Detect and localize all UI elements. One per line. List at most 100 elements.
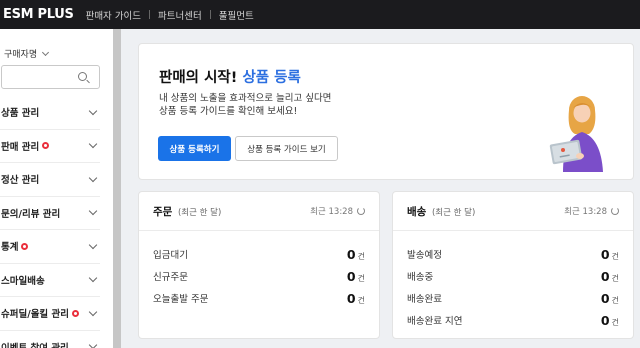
sidebar: 구매자명 상품 관리 판매 관리 정산 관리 문의/리뷰 관리 통계 스마일배송 bbox=[0, 29, 113, 348]
sidebar-item-inquiry-review[interactable]: 문의/리뷰 관리 bbox=[0, 197, 100, 230]
row-count[interactable]: 0 bbox=[601, 247, 610, 262]
row-label: 배송중 bbox=[407, 272, 434, 283]
sidebar-item-sales[interactable]: 판매 관리 bbox=[0, 130, 100, 163]
buyer-label: 구매자명 bbox=[4, 50, 38, 60]
shipping-card-header: 배송 (최근 한 달) 최근 13:28 bbox=[393, 192, 633, 231]
row-label: 오늘출발 주문 bbox=[153, 294, 209, 305]
top-bar: ESM PLUS 판매자 가이드 파트너센터 풀필먼트 bbox=[0, 0, 640, 29]
row-unit: 건 bbox=[357, 251, 365, 261]
chevron-down-icon bbox=[88, 240, 98, 249]
row-label: 입금대기 bbox=[153, 250, 188, 261]
shipping-title-text: 배송 bbox=[407, 205, 427, 218]
shipping-recent-time: 최근 13:28 bbox=[564, 207, 607, 217]
order-card-title: 주문 (최근 한 달) bbox=[153, 204, 221, 219]
new-badge-icon bbox=[42, 142, 50, 150]
row-label: 배송완료 bbox=[407, 294, 442, 305]
chevron-down-icon bbox=[42, 48, 50, 56]
sidebar-item-label: 판매 관리 bbox=[1, 141, 40, 153]
menu-search-input[interactable] bbox=[7, 67, 77, 89]
row-count[interactable]: 0 bbox=[601, 291, 610, 306]
sidebar-item-label: 이벤트 참여 관리 bbox=[1, 340, 69, 348]
order-rows: 입금대기 0건 신규주문 0건 오늘출발 주문 0건 bbox=[139, 231, 379, 309]
row-label: 배송완료 지연 bbox=[407, 316, 463, 327]
search-icon[interactable] bbox=[78, 72, 87, 81]
order-row-new-order[interactable]: 신규주문 0건 bbox=[153, 265, 365, 287]
banner-title: 판매의 시작! 상품 등록 bbox=[159, 66, 301, 87]
view-guide-button[interactable]: 상품 등록 가이드 보기 bbox=[235, 136, 338, 161]
nav-fulfillment[interactable]: 풀필먼트 bbox=[219, 8, 254, 22]
nav-seller-guide[interactable]: 판매자 가이드 bbox=[86, 8, 141, 22]
woman-with-laptop-illustration bbox=[549, 96, 603, 172]
ship-row-in-transit[interactable]: 배송중 0건 bbox=[407, 265, 619, 287]
banner-desc-line: 상품 등록 가이드를 확인해 보세요! bbox=[159, 106, 298, 117]
sidebar-menu: 상품 관리 판매 관리 정산 관리 문의/리뷰 관리 통계 스마일배송 슈퍼딜/… bbox=[0, 96, 100, 348]
row-label: 발송예정 bbox=[407, 250, 442, 261]
sidebar-item-label: 상품 관리 bbox=[1, 108, 40, 120]
nav-partner-center[interactable]: 파트너센터 bbox=[158, 8, 202, 22]
nav-divider bbox=[209, 10, 211, 19]
row-unit: 건 bbox=[357, 295, 365, 305]
order-refresh[interactable]: 최근 13:28 bbox=[310, 205, 365, 217]
row-count[interactable]: 0 bbox=[347, 269, 356, 284]
row-count[interactable]: 0 bbox=[601, 313, 610, 328]
buyer-selector[interactable]: 구매자명 bbox=[4, 47, 50, 60]
ship-row-delivered[interactable]: 배송완료 0건 bbox=[407, 287, 619, 309]
banner-desc-line: 내 상품의 노출을 효과적으로 늘리고 싶다면 bbox=[159, 93, 332, 104]
banner-title-accent: 상품 등록 bbox=[242, 70, 301, 86]
order-card-header: 주문 (최근 한 달) 최근 13:28 bbox=[139, 192, 379, 231]
refresh-icon[interactable] bbox=[611, 207, 619, 215]
sidebar-item-label: 스마일배송 bbox=[1, 275, 45, 287]
sidebar-item-event[interactable]: 이벤트 참여 관리 bbox=[0, 331, 100, 348]
register-product-button[interactable]: 상품 등록하기 bbox=[158, 136, 231, 161]
shipping-card-title: 배송 (최근 한 달) bbox=[407, 204, 475, 219]
sidebar-item-settlement[interactable]: 정산 관리 bbox=[0, 163, 100, 197]
shipping-period: (최근 한 달) bbox=[431, 207, 476, 218]
nav-divider bbox=[149, 10, 151, 19]
order-period: (최근 한 달) bbox=[177, 207, 222, 218]
top-nav: 판매자 가이드 파트너센터 풀필먼트 bbox=[86, 8, 254, 22]
chevron-down-icon bbox=[88, 274, 98, 283]
sidebar-item-label: 슈퍼딜/올킬 관리 bbox=[1, 309, 69, 321]
esm-plus-logo[interactable]: ESM PLUS bbox=[3, 7, 74, 22]
menu-search bbox=[1, 65, 100, 89]
new-badge-icon bbox=[71, 309, 79, 317]
product-registration-banner: 판매의 시작! 상품 등록 내 상품의 노출을 효과적으로 늘리고 싶다면 상품… bbox=[138, 43, 634, 180]
shipping-refresh[interactable]: 최근 13:28 bbox=[564, 205, 619, 217]
order-row-today-dispatch[interactable]: 오늘출발 주문 0건 bbox=[153, 287, 365, 309]
chevron-down-icon bbox=[88, 173, 98, 182]
sidebar-item-label: 정산 관리 bbox=[1, 175, 40, 187]
sidebar-scrollbar[interactable] bbox=[113, 29, 121, 348]
shipping-rows: 발송예정 0건 배송중 0건 배송완료 0건 배송완료 지연 0건 bbox=[393, 231, 633, 331]
banner-title-prefix: 판매의 시작! bbox=[159, 70, 238, 86]
row-count[interactable]: 0 bbox=[347, 247, 356, 262]
order-title-text: 주문 bbox=[153, 205, 173, 218]
ship-row-delivery-delayed[interactable]: 배송완료 지연 0건 bbox=[407, 309, 619, 331]
order-row-pending-payment[interactable]: 입금대기 0건 bbox=[153, 243, 365, 265]
sidebar-item-smile-delivery[interactable]: 스마일배송 bbox=[0, 264, 100, 297]
sidebar-item-label: 통계 bbox=[1, 242, 19, 254]
chevron-down-icon bbox=[88, 140, 98, 149]
sidebar-item-statistics[interactable]: 통계 bbox=[0, 230, 100, 264]
chevron-down-icon bbox=[88, 106, 98, 115]
ship-row-scheduled[interactable]: 발송예정 0건 bbox=[407, 243, 619, 265]
chevron-down-icon bbox=[88, 207, 98, 216]
row-unit: 건 bbox=[611, 295, 619, 305]
row-count[interactable]: 0 bbox=[347, 291, 356, 306]
refresh-icon[interactable] bbox=[357, 207, 365, 215]
order-summary-card: 주문 (최근 한 달) 최근 13:28 입금대기 0건 신규주문 0건 오늘출… bbox=[138, 191, 380, 339]
shipping-summary-card: 배송 (최근 한 달) 최근 13:28 발송예정 0건 배송중 0건 배송완료… bbox=[392, 191, 634, 339]
sidebar-item-product[interactable]: 상품 관리 bbox=[0, 96, 100, 130]
order-recent-time: 최근 13:28 bbox=[310, 207, 353, 217]
chevron-down-icon bbox=[88, 341, 98, 348]
row-label: 신규주문 bbox=[153, 272, 188, 283]
row-unit: 건 bbox=[357, 273, 365, 283]
banner-description: 내 상품의 노출을 효과적으로 늘리고 싶다면 상품 등록 가이드를 확인해 보… bbox=[159, 92, 331, 118]
chevron-down-icon bbox=[88, 307, 98, 316]
sidebar-item-superdeal[interactable]: 슈퍼딜/올킬 관리 bbox=[0, 297, 100, 331]
row-count[interactable]: 0 bbox=[601, 269, 610, 284]
row-unit: 건 bbox=[611, 317, 619, 327]
sidebar-item-label: 문의/리뷰 관리 bbox=[1, 208, 61, 220]
row-unit: 건 bbox=[611, 251, 619, 261]
new-badge-icon bbox=[21, 242, 29, 250]
row-unit: 건 bbox=[611, 273, 619, 283]
